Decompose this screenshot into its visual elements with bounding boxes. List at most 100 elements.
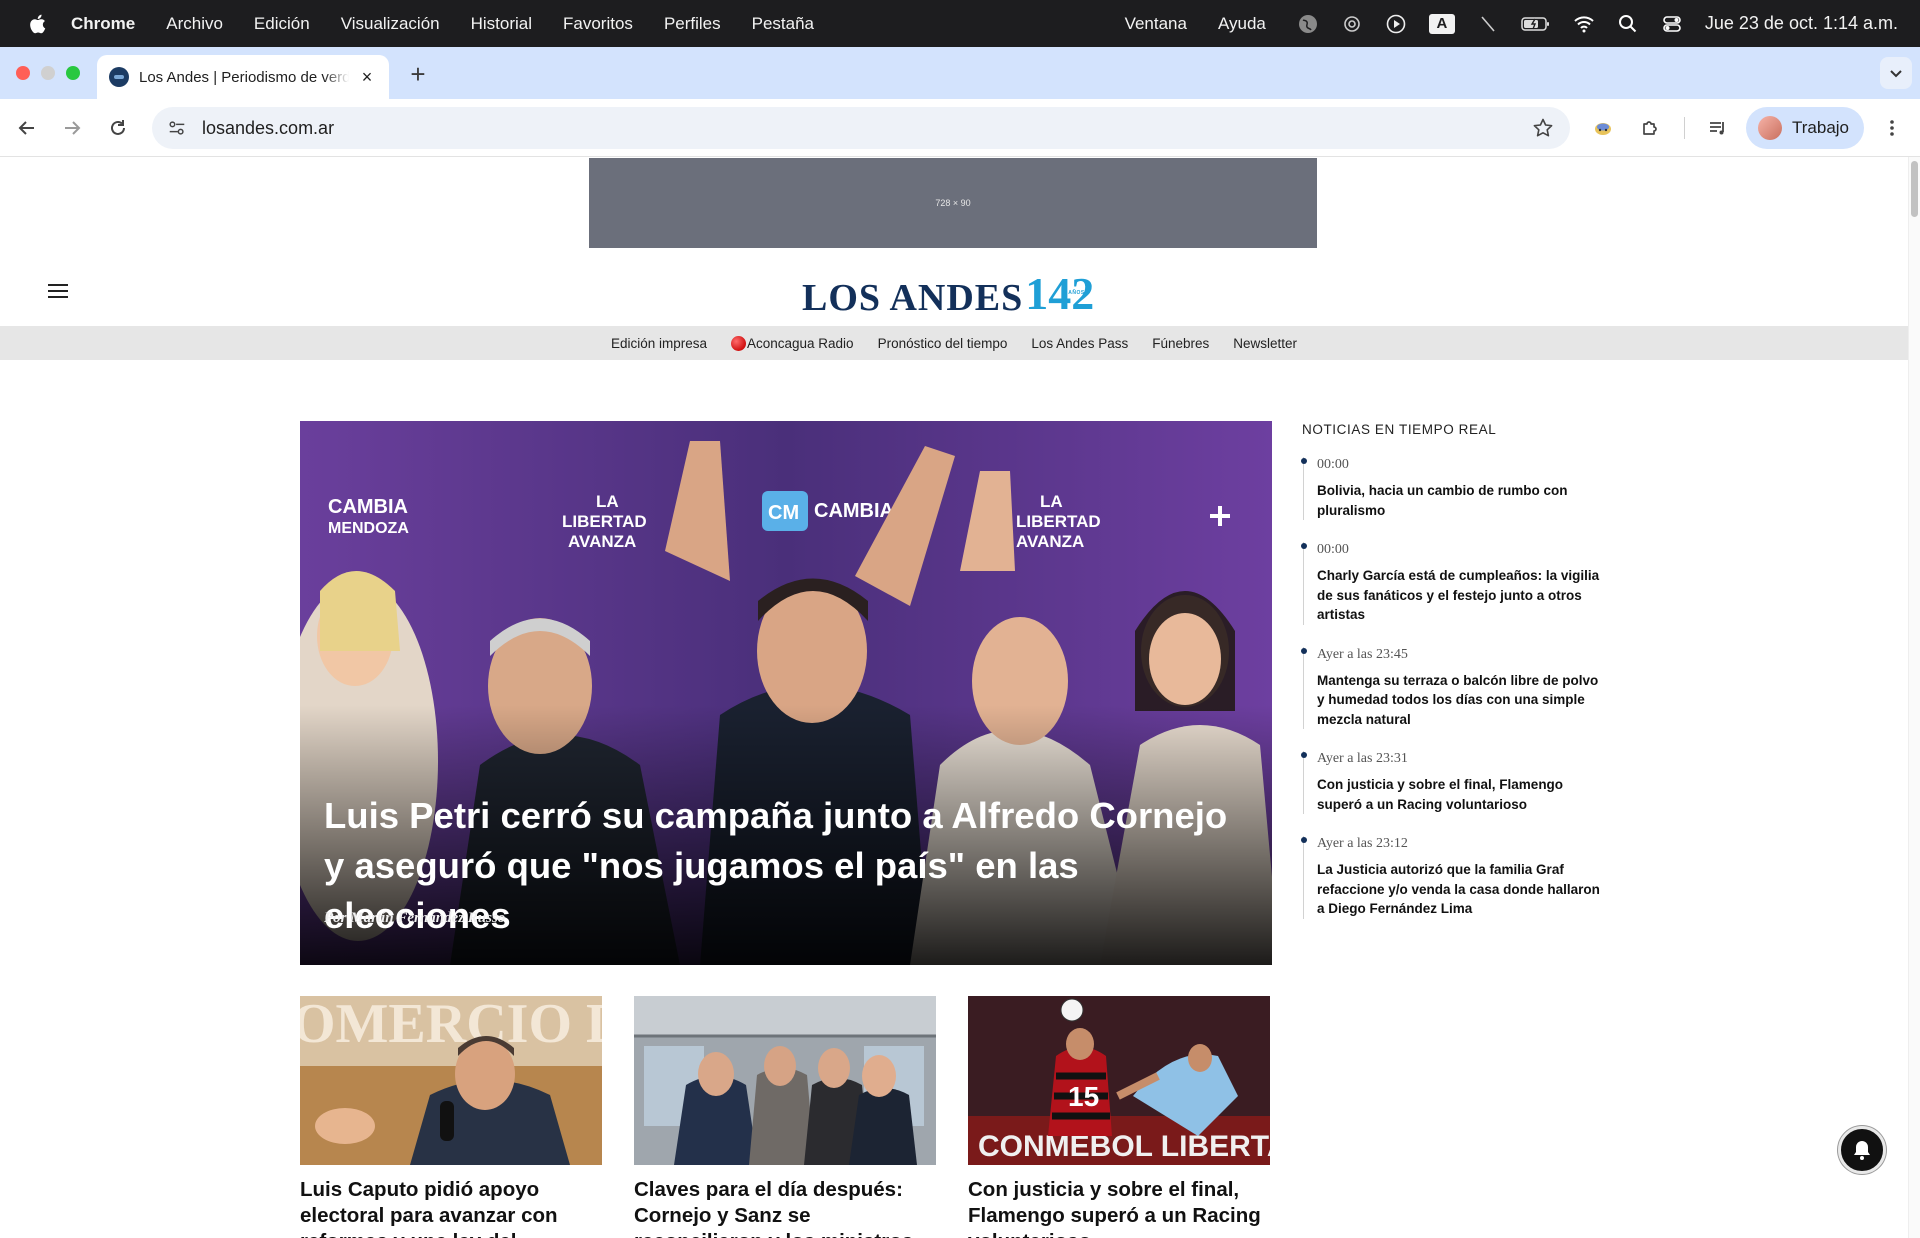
close-window-button[interactable] [16, 66, 30, 80]
svg-text:LIBERTAD: LIBERTAD [1016, 512, 1101, 531]
url-text[interactable]: losandes.com.ar [202, 118, 334, 139]
nav-newsletter[interactable]: Newsletter [1233, 336, 1297, 351]
news-headline[interactable]: Con justicia y sobre el final, Flamengo … [1317, 775, 1603, 814]
scrollbar-thumb[interactable] [1911, 161, 1918, 217]
secondary-nav: Edición impresa Aconcagua Radio Pronósti… [0, 326, 1908, 360]
tab-title: Los Andes | Periodismo de verdad [139, 68, 349, 86]
news-headline[interactable]: Charly García está de cumpleaños: la vig… [1317, 566, 1603, 625]
profile-label: Trabajo [1792, 118, 1850, 137]
svg-text:MENDOZA: MENDOZA [328, 520, 409, 537]
browser-tab-active[interactable]: Los Andes | Periodismo de verdad × [97, 55, 389, 99]
menu-edicion[interactable]: Edición [254, 14, 310, 34]
nav-aconcagua-radio[interactable]: Aconcagua Radio [730, 335, 854, 351]
article-title[interactable]: Con justicia y sobre el final, Flamengo … [968, 1177, 1270, 1238]
ad-banner[interactable]: 728 × 90 [589, 158, 1317, 248]
apple-icon[interactable] [27, 13, 47, 35]
address-bar[interactable]: losandes.com.ar [152, 107, 1570, 149]
realtime-news-item[interactable]: Ayer a las 23:12 La Justicia autorizó qu… [1301, 836, 1603, 919]
menubar-clock[interactable]: Jue 23 de oct. 1:14 a.m. [1705, 13, 1898, 34]
chrome-menu-button[interactable] [1877, 113, 1907, 143]
article-card[interactable]: Claves para el día después: Cornejo y Sa… [634, 996, 936, 1238]
hero-byline[interactable]: Por Martín Fernández Russo [324, 910, 505, 926]
nav-edicion-impresa[interactable]: Edición impresa [611, 336, 707, 351]
svg-text:CAMBIA: CAMBIA [328, 496, 408, 518]
nav-los-andes-pass[interactable]: Los Andes Pass [1031, 336, 1128, 351]
news-time: Ayer a las 23:12 [1317, 836, 1408, 851]
article-thumbnail[interactable]: CONMEBOL LIBERTA 15 [968, 996, 1270, 1165]
nav-pronostico[interactable]: Pronóstico del tiempo [878, 336, 1008, 351]
menu-ventana[interactable]: Ventana [1125, 14, 1187, 34]
control-center-icon[interactable] [1661, 13, 1683, 35]
play-icon[interactable] [1385, 13, 1407, 35]
reload-button[interactable] [103, 113, 133, 143]
article-image: CONMEBOL LIBERTA 15 [968, 996, 1270, 1165]
menu-historial[interactable]: Historial [471, 14, 532, 34]
reload-icon [111, 120, 125, 135]
news-headline[interactable]: Mantenga su terraza o balcón libre de po… [1317, 671, 1603, 730]
article-image [634, 996, 936, 1165]
profile-button[interactable]: Trabajo [1746, 107, 1864, 149]
zoom-window-button[interactable] [66, 66, 80, 80]
news-headline[interactable]: La Justicia autorizó que la familia Graf… [1317, 860, 1603, 919]
battery-icon[interactable] [1521, 13, 1551, 35]
timeline-dot [1301, 543, 1307, 549]
hamburger-icon[interactable] [48, 284, 68, 298]
forward-button[interactable] [57, 113, 87, 143]
puzzle-icon [1643, 121, 1657, 135]
site-logo[interactable]: LOS ANDES 142 AÑOS [802, 267, 1094, 319]
screen-mirror-icon[interactable] [1341, 13, 1363, 35]
tab-search-button[interactable] [1880, 57, 1912, 89]
more-icon [1890, 120, 1894, 136]
article-title[interactable]: Luis Caputo pidió apoyo electoral para a… [300, 1177, 602, 1238]
wifi-icon[interactable] [1573, 13, 1595, 35]
svg-text:CONMEBOL LIBERTA: CONMEBOL LIBERTA [978, 1130, 1270, 1163]
forward-icon [65, 121, 81, 135]
menu-archivo[interactable]: Archivo [166, 14, 223, 34]
notifications-button[interactable] [1838, 1126, 1886, 1174]
globe-icon[interactable] [1297, 13, 1319, 35]
tab-close-icon[interactable]: × [357, 67, 377, 87]
minimize-window-button[interactable] [41, 66, 55, 80]
news-headline[interactable]: Bolivia, hacia un cambio de rumbo con pl… [1317, 481, 1603, 520]
star-icon[interactable] [1532, 117, 1554, 139]
menu-pestana[interactable]: Pestaña [752, 14, 814, 34]
search-icon[interactable] [1617, 13, 1639, 35]
new-tab-button[interactable]: + [404, 61, 432, 89]
avatar [1758, 116, 1782, 140]
svg-text:AVANZA: AVANZA [568, 532, 636, 551]
menu-favoritos[interactable]: Favoritos [563, 14, 633, 34]
svg-text:OMERCIO DOBA: OMERCIO DOBA [300, 996, 602, 1055]
site-settings-icon[interactable] [166, 117, 188, 139]
svg-text:CAMBIA: CAMBIA [814, 500, 894, 522]
extension-button[interactable] [1588, 113, 1618, 143]
extensions-menu-button[interactable] [1635, 113, 1665, 143]
article-card[interactable]: CONMEBOL LIBERTA 15 Con justicia y sobre… [968, 996, 1270, 1238]
realtime-news-item[interactable]: 00:00 Charly García está de cumpleaños: … [1301, 542, 1603, 625]
realtime-news-item[interactable]: 00:00 Bolivia, hacia un cambio de rumbo … [1301, 457, 1603, 520]
realtime-news-item[interactable]: Ayer a las 23:31 Con justicia y sobre el… [1301, 751, 1603, 814]
realtime-news-item[interactable]: Ayer a las 23:45 Mantenga su terraza o b… [1301, 646, 1603, 730]
nav-funebres[interactable]: Fúnebres [1152, 336, 1209, 351]
menu-ayuda[interactable]: Ayuda [1218, 14, 1266, 34]
bell-icon [1854, 1141, 1870, 1160]
menu-app-name[interactable]: Chrome [71, 14, 135, 34]
article-card[interactable]: OMERCIO DOBA Luis Caputo pidió apoyo ele… [300, 996, 602, 1238]
hero-article[interactable]: CAMBIA MENDOZA LA LIBERTAD AVANZA CM CAM… [300, 421, 1272, 965]
browser-tab-strip: Los Andes | Periodismo de verdad × + [0, 47, 1920, 99]
logo-wordmark: LOS ANDES [802, 277, 1024, 319]
realtime-news-title: NOTICIAS EN TIEMPO REAL [1302, 422, 1497, 437]
pen-icon[interactable] [1477, 13, 1499, 35]
page-scrollbar[interactable] [1908, 157, 1920, 1238]
back-button[interactable] [12, 113, 42, 143]
menu-perfiles[interactable]: Perfiles [664, 14, 721, 34]
svg-text:LIBERTAD: LIBERTAD [562, 512, 647, 531]
ad-label: 728 × 90 [935, 198, 971, 208]
article-thumbnail[interactable]: OMERCIO DOBA [300, 996, 602, 1165]
article-thumbnail[interactable] [634, 996, 936, 1165]
menu-visualizacion[interactable]: Visualización [341, 14, 440, 34]
keyboard-input-indicator[interactable]: A [1428, 13, 1455, 34]
svg-text:15: 15 [1068, 1081, 1099, 1112]
article-title[interactable]: Claves para el día después: Cornejo y Sa… [634, 1177, 936, 1238]
realtime-news-list: 00:00 Bolivia, hacia un cambio de rumbo … [1301, 457, 1603, 941]
media-queue-button[interactable] [1703, 113, 1733, 143]
